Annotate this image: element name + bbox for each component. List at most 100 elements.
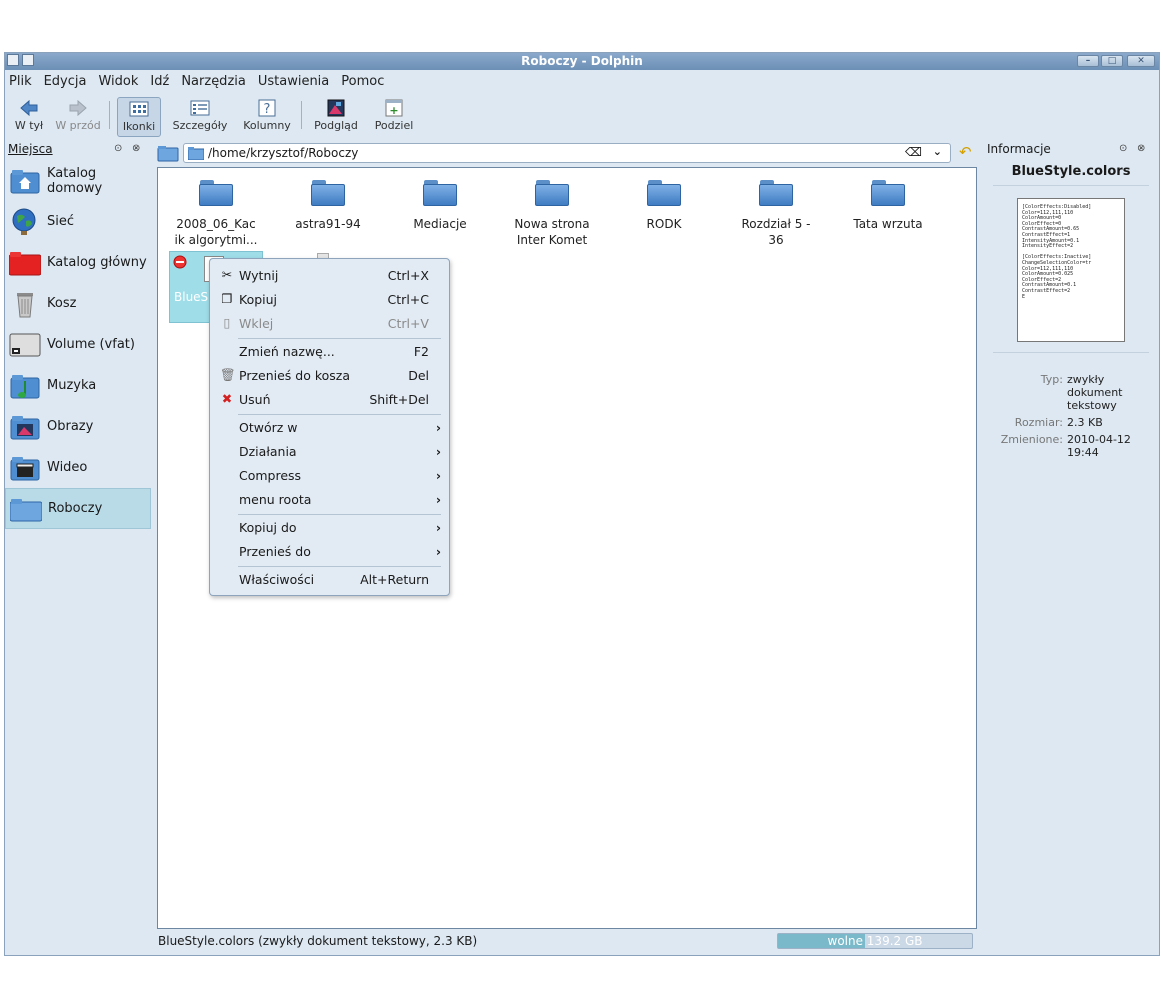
menu-item-shortcut: Alt+Return (360, 571, 429, 587)
delete-x-icon: ✖ (221, 391, 233, 406)
menu-item-shortcut: Ctrl+C (387, 291, 429, 307)
preview-button[interactable]: Podgląd (309, 97, 363, 137)
menu-item-label: Działania (239, 443, 297, 459)
menu-plik[interactable]: Plik (9, 74, 32, 89)
location-input[interactable]: /home/krzysztof/Roboczy ⌫ ⌄ (183, 143, 951, 163)
menu-item-label: menu roota (239, 491, 312, 507)
chevron-down-icon[interactable]: ⌄ (933, 145, 942, 158)
forward-arrow-icon (69, 99, 87, 117)
file-name: Nowa strona (514, 217, 590, 231)
clear-input-icon[interactable]: ⌫ (905, 145, 922, 159)
divider (993, 185, 1149, 186)
file-preview: [ColorEffects:Disabled] Color=112,111,110… (1017, 198, 1125, 342)
menu-narzedzia[interactable]: Narzędzia (181, 74, 246, 89)
menu-item-paste[interactable]: ▯ Wklej Ctrl+V (210, 312, 449, 334)
menu-item-label: Compress (239, 467, 302, 483)
file-item[interactable]: Nowa strona Inter Komet (500, 174, 604, 248)
place-volume[interactable]: Volume (vfat) (5, 324, 151, 365)
file-item[interactable]: Tata wrzuta (836, 174, 940, 232)
folder-icon[interactable] (157, 144, 179, 162)
file-item[interactable]: RODK (612, 174, 716, 232)
minimize-button[interactable]: – (1077, 55, 1099, 67)
title-bar[interactable]: Roboczy - Dolphin – □ ✕ (5, 53, 1159, 70)
float-panel-icon[interactable]: ⊙ (1119, 143, 1127, 154)
close-panel-icon[interactable]: ⊗ (1137, 143, 1145, 154)
menu-item-label: Otwórz w (239, 419, 298, 435)
menu-item-move-to[interactable]: Przenieś do › (210, 540, 449, 562)
menu-item-cut[interactable]: ✂ Wytnij Ctrl+X (210, 264, 449, 286)
status-text: BlueStyle.colors (zwykły dokument teksto… (158, 934, 478, 948)
file-name: 2008_06_Kac (176, 217, 256, 231)
place-video[interactable]: Wideo (5, 447, 151, 488)
place-root[interactable]: Katalog główny (5, 242, 151, 283)
back-button[interactable]: W tył (11, 97, 47, 137)
toolbar-separator (301, 101, 302, 129)
place-label: Wideo (47, 460, 88, 475)
drive-icon (9, 333, 41, 356)
undo-icon[interactable]: ↶ (959, 143, 972, 161)
menu-widok[interactable]: Widok (98, 74, 138, 89)
file-name: Tata wrzuta (853, 217, 923, 231)
folder-icon (311, 180, 345, 206)
file-item[interactable]: 2008_06_Kac ik algorytmi... (164, 174, 268, 248)
menu-item-rename[interactable]: Zmień nazwę... F2 (210, 340, 449, 362)
details-view-icon (190, 100, 210, 116)
svg-text:?: ? (264, 102, 271, 117)
menu-item-label: Przenieś do kosza (239, 367, 351, 383)
menu-idz[interactable]: Idź (150, 74, 169, 89)
menu-ustawienia[interactable]: Ustawienia (258, 74, 329, 89)
place-label: Roboczy (48, 501, 103, 516)
file-item[interactable]: Mediacje (388, 174, 492, 232)
menu-item-copy-to[interactable]: Kopiuj do › (210, 516, 449, 538)
menu-separator (238, 566, 441, 567)
menu-separator (238, 414, 441, 415)
free-space-label: wolne 139.2 GB (827, 934, 923, 948)
menu-item-label: Kopiuj do (239, 519, 297, 535)
place-music[interactable]: Muzyka (5, 365, 151, 406)
place-trash[interactable]: Kosz (5, 283, 151, 324)
menu-item-compress[interactable]: Compress › (210, 464, 449, 486)
menu-item-delete[interactable]: ✖ Usuń Shift+Del (210, 388, 449, 410)
menu-item-root-menu[interactable]: menu roota › (210, 488, 449, 510)
file-name: RODK (646, 217, 682, 231)
menu-item-copy[interactable]: ❐ Kopiuj Ctrl+C (210, 288, 449, 310)
preview-label: Podgląd (314, 119, 358, 132)
forward-button[interactable]: W przód (53, 97, 103, 137)
menu-item-properties[interactable]: Właściwości Alt+Return (210, 568, 449, 590)
menu-item-actions[interactable]: Działania › (210, 440, 449, 462)
file-item[interactable]: Rozdział 5 - 36 (724, 174, 828, 248)
deselect-icon[interactable] (173, 255, 187, 269)
window-title: Roboczy - Dolphin (521, 54, 643, 68)
menu-item-label: Wklej (239, 315, 274, 331)
file-name: 36 (768, 233, 784, 247)
menu-pomoc[interactable]: Pomoc (341, 74, 384, 89)
file-name: Inter Komet (516, 233, 588, 247)
place-roboczy[interactable]: Roboczy (5, 488, 151, 529)
close-window-button[interactable]: ✕ (1127, 55, 1155, 67)
split-button[interactable]: + Podziel (369, 97, 419, 137)
details-view-button[interactable]: Szczegóły (169, 97, 231, 137)
chevron-right-icon: › (435, 419, 441, 435)
location-path: /home/krzysztof/Roboczy (208, 146, 359, 160)
columns-view-button[interactable]: ? Kolumny (239, 97, 295, 137)
icons-view-button[interactable]: Ikonki (117, 97, 161, 137)
float-panel-icon[interactable]: ⊙ (114, 143, 122, 154)
place-pictures[interactable]: Obrazy (5, 406, 151, 447)
maximize-button[interactable]: □ (1101, 55, 1123, 67)
file-item[interactable]: astra91-94 (276, 174, 380, 232)
minimize-icon: – (1085, 56, 1091, 66)
close-panel-icon[interactable]: ⊗ (132, 143, 140, 154)
menu-item-shortcut: Shift+Del (369, 391, 429, 407)
menu-item-shortcut: Del (408, 367, 429, 383)
menu-edycja[interactable]: Edycja (44, 74, 87, 89)
chevron-right-icon: › (435, 467, 441, 483)
place-home[interactable]: Katalog domowy (5, 160, 151, 201)
menu-item-move-to-trash[interactable]: 🗑 Przenieś do kosza Del (210, 364, 449, 386)
menu-item-open-with[interactable]: Otwórz w › (210, 416, 449, 438)
modified-value: 2010-04-12 19:44 (1067, 433, 1131, 459)
toolbar-separator (109, 101, 110, 129)
status-bar: BlueStyle.colors (zwykły dokument teksto… (157, 931, 977, 951)
menu-item-label: Usuń (239, 391, 271, 407)
place-network[interactable]: Sieć (5, 201, 151, 242)
icons-view-icon (129, 101, 149, 117)
